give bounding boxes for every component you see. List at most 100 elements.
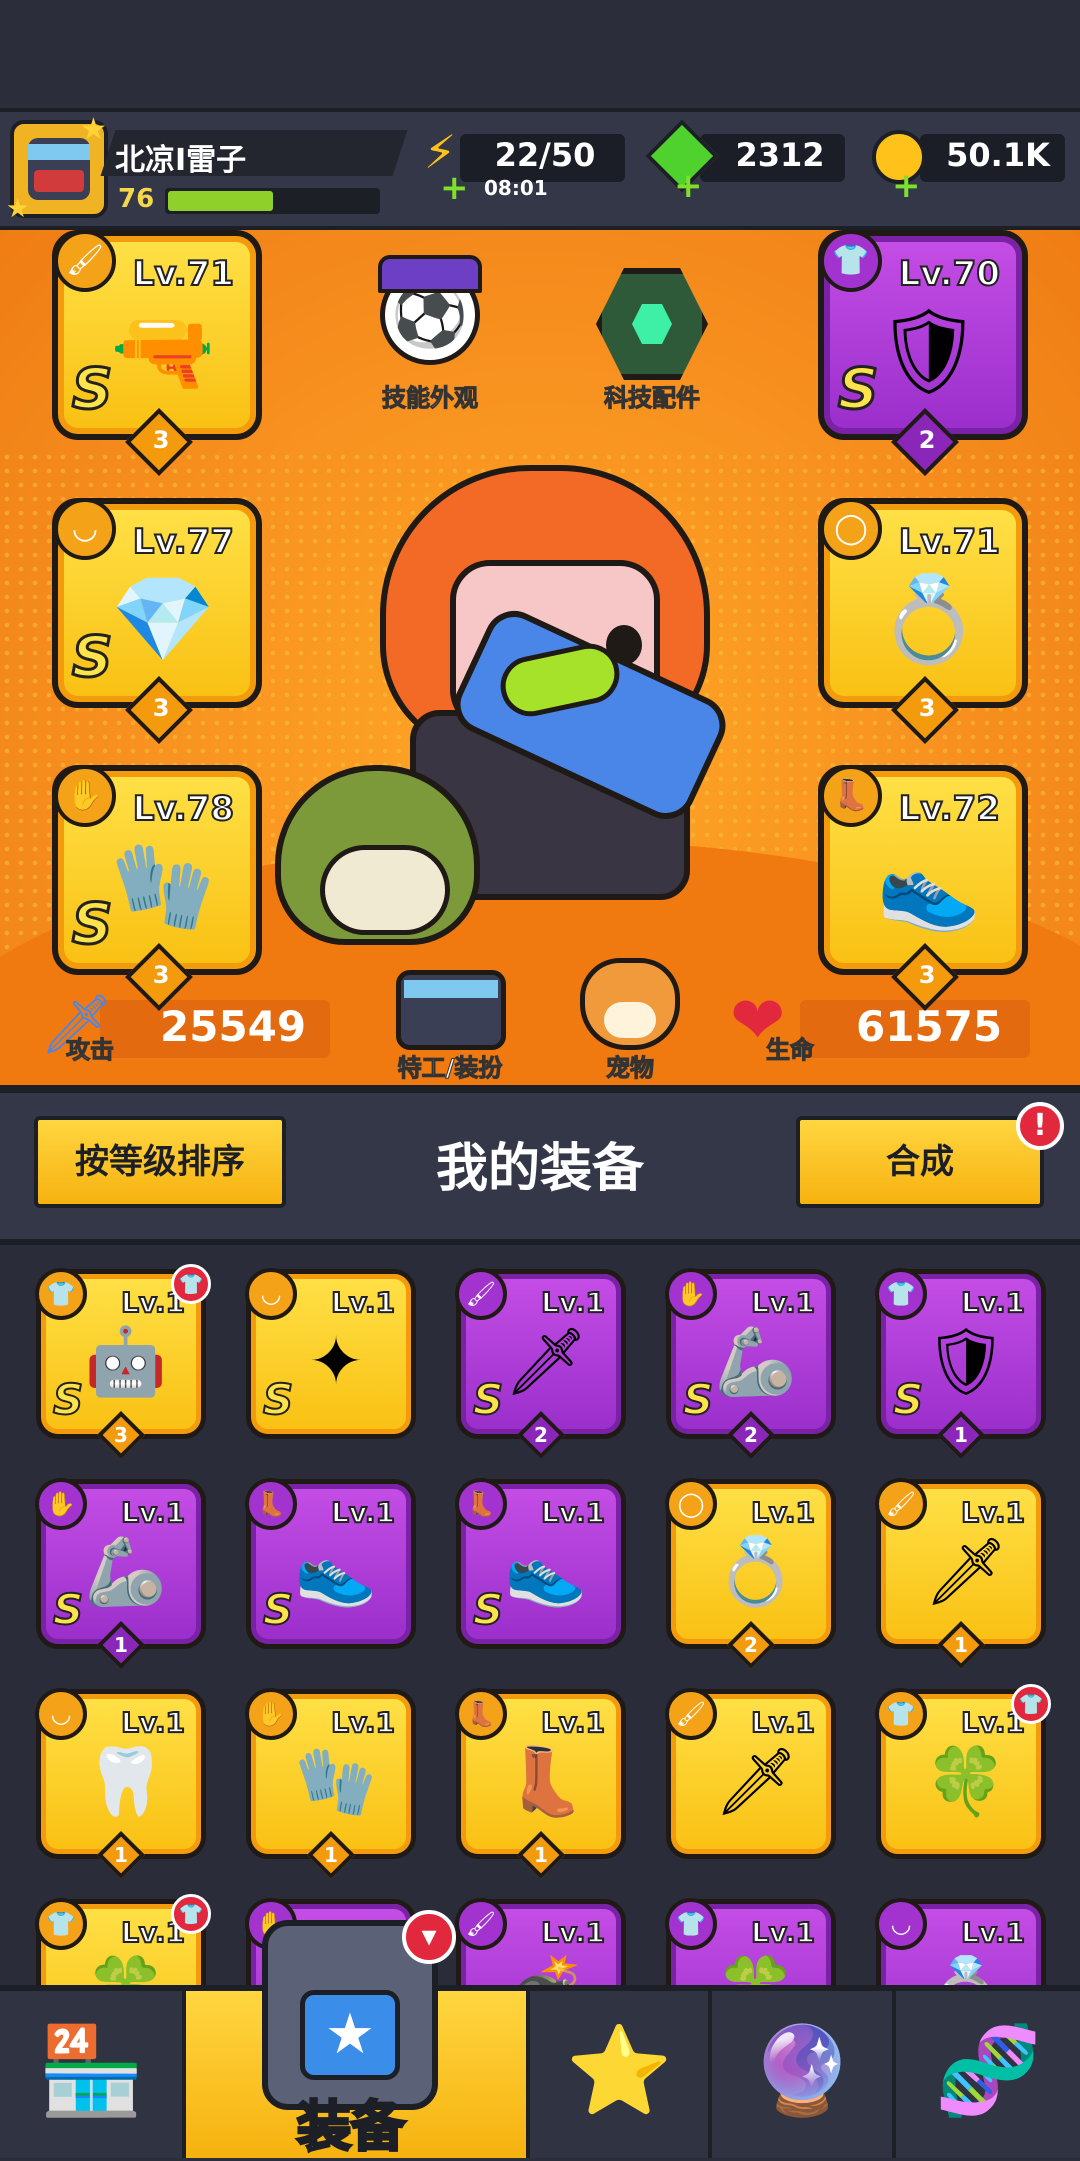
glove-category-icon: ✋ (54, 765, 116, 827)
agent-outfit-label[interactable]: 特工/装扮 (370, 1048, 530, 1083)
nav-tab-battle[interactable]: ⭐ (530, 1991, 712, 2158)
inventory-item[interactable]: 👕🍀Lv.1👕 (875, 1684, 1051, 1859)
xp-bar-fill (168, 191, 273, 211)
fang-necklace-icon: 🦷 (84, 1743, 168, 1820)
merge-button[interactable]: 合成 (796, 1116, 1044, 1208)
inventory-item[interactable]: ◯ 💍 Lv.1 2 (665, 1478, 836, 1670)
slot-level: Lv.77 (132, 521, 235, 563)
equipment-tab-label[interactable]: 装备 (236, 2082, 466, 2161)
sort-by-level-button[interactable]: 按等级排序 (34, 1116, 286, 1208)
inventory-item[interactable]: 👕🍀Lv.1👕 (35, 1894, 211, 1985)
boot-category-icon: 👢 (455, 1478, 507, 1530)
inventory-item[interactable]: ◡ 🦷 Lv.1 1 (35, 1688, 206, 1880)
boot-icon: 👟 (876, 837, 982, 935)
weapon-icon: 🖌 (665, 1688, 717, 1740)
ring-icon: 💍 (876, 570, 982, 668)
shop-icon: 🏪 (37, 2021, 145, 2121)
glove-category-icon: ✋ (665, 1268, 717, 1320)
coins-add-icon[interactable]: + (892, 166, 921, 206)
item-level: Lv.1 (750, 1915, 816, 1950)
slot-stars: 3 (152, 693, 170, 722)
inventory-item[interactable]: 🖌 🗡 Lv.1 (665, 1688, 836, 1859)
gacha-ball-icon: 🔮 (748, 2021, 856, 2121)
item-level: Lv.1 (540, 1915, 606, 1950)
inventory-item[interactable]: ◡ ✦ Lv.1 S (245, 1268, 416, 1439)
item-stars: 2 (744, 1423, 758, 1447)
inventory-item[interactable]: ◡💍Lv.1 (875, 1898, 1046, 1985)
item-star-diamond: 3 (96, 1410, 146, 1460)
item-level: Lv.1 (540, 1495, 606, 1530)
item-star-diamond: 2 (726, 1620, 776, 1670)
weapon-icon: 🖌 (875, 1478, 927, 1530)
nav-tab-research[interactable]: 🧬 (896, 1991, 1080, 2158)
item-star-diamond: 1 (96, 1830, 146, 1880)
armor-category-icon: 👕 (875, 1688, 927, 1740)
armor-category-icon: 👕 (820, 230, 882, 292)
status-bar-area (0, 0, 1080, 108)
item-stars: 1 (114, 1843, 128, 1867)
item-grade: S (472, 1374, 504, 1425)
slot-level: Lv.71 (132, 253, 235, 295)
slot-stars: 3 (918, 960, 936, 989)
ring-category-icon: ◯ (820, 498, 882, 560)
inventory-grid: 👕 🤖 Lv.1 S 3 👕 ◡ ✦ Lv.1 S 🖌 🗡 Lv.1 S 2 ✋ 🦾 Lv.1 S 2 👕 🛡 Lv.1 S 1… (0, 1245, 1080, 1985)
energy-add-icon[interactable]: + (440, 168, 469, 208)
glove-category-icon: ✋ (245, 1688, 297, 1740)
item-grade: S (52, 1374, 84, 1425)
purple-hat-icon (378, 255, 482, 293)
inventory-item[interactable]: 🖌 🗡 Lv.1 S 2 (455, 1268, 626, 1460)
glove-category-icon: ✋ (35, 1478, 87, 1530)
armor-category-icon: 👕 (35, 1268, 87, 1320)
inventory-item[interactable]: 🖌 🗡 Lv.1 1 (875, 1478, 1046, 1670)
bottom-nav: 🏪 ⭐ 🔮 🧬 (0, 1985, 1080, 2158)
my-equipment-title: 我的装备 (435, 1139, 644, 1199)
weapon-icon: 🖌 (455, 1268, 507, 1320)
inventory-item[interactable]: 👢 👟 Lv.1 S (245, 1478, 416, 1649)
inventory-item[interactable]: ✋ 🦾 Lv.1 S 2 (665, 1268, 836, 1460)
energy-value: 22/50 (494, 136, 596, 174)
weapon-icon: 🖌 (455, 1898, 507, 1950)
item-level: Lv.1 (330, 1705, 396, 1740)
item-grade: S (262, 1584, 294, 1635)
pet-label[interactable]: 宠物 (550, 1048, 710, 1083)
item-level: Lv.1 (540, 1285, 606, 1320)
item-grade: S (682, 1374, 714, 1425)
inventory-item[interactable]: 👕🍀Lv.1 (665, 1898, 836, 1985)
leaf-armor-icon: 🍀 (701, 1944, 811, 1985)
item-stars: 1 (954, 1633, 968, 1657)
skill-skin-label[interactable]: 技能外观 (350, 378, 510, 413)
ring-category-icon: ◯ (665, 1478, 717, 1530)
item-stars: 2 (744, 1633, 758, 1657)
item-level: Lv.1 (120, 1495, 186, 1530)
inventory-item[interactable]: 🖌💣Lv.1 (455, 1898, 626, 1985)
new-item-badge-icon: 👕 (171, 1264, 211, 1304)
shiba-muzzle (604, 1002, 656, 1038)
inventory-item[interactable]: 👕 🤖 Lv.1 S 3 👕 (35, 1264, 211, 1460)
tech-parts-label[interactable]: 科技配件 (572, 378, 732, 413)
ring-icon: 💍 (714, 1533, 798, 1610)
gems-add-icon[interactable]: + (674, 166, 703, 206)
inventory-item[interactable]: 👢 👢 Lv.1 1 (455, 1688, 626, 1880)
nav-tab-shop[interactable]: 🏪 (0, 1991, 186, 2158)
inventory-item[interactable]: 👕 🛡 Lv.1 S 1 (875, 1268, 1046, 1460)
inventory-item[interactable]: ✋ 🧤 Lv.1 1 (245, 1688, 416, 1880)
armor-category-icon: 👕 (875, 1268, 927, 1320)
item-grade: S (892, 1374, 924, 1425)
weapon-icon: 🖌 (54, 230, 116, 292)
inventory-item[interactable]: 👢 👟 Lv.1 S (455, 1478, 626, 1649)
kunai-icon: 🗡 (924, 1533, 1008, 1610)
slot-grade: S (836, 356, 879, 424)
inventory-item[interactable]: ✋ 🦾 Lv.1 S 1 (35, 1478, 206, 1670)
item-stars: 1 (534, 1843, 548, 1867)
purple-gauntlet-icon: 🧤 (294, 1743, 378, 1820)
attack-value: 25549 (160, 1002, 307, 1051)
item-level: Lv.1 (330, 1285, 396, 1320)
water-gun-icon: 🔫 (110, 302, 216, 400)
armor-category-icon: 👕 (35, 1898, 87, 1950)
item-stars: 2 (534, 1423, 548, 1447)
leaf-armor-icon: 🍀 (924, 1743, 1008, 1820)
necklace-icon: 💎 (110, 570, 216, 668)
item-level: Lv.1 (330, 1495, 396, 1530)
gems-value: 2312 (735, 136, 825, 174)
nav-tab-gacha[interactable]: 🔮 (712, 1991, 896, 2158)
